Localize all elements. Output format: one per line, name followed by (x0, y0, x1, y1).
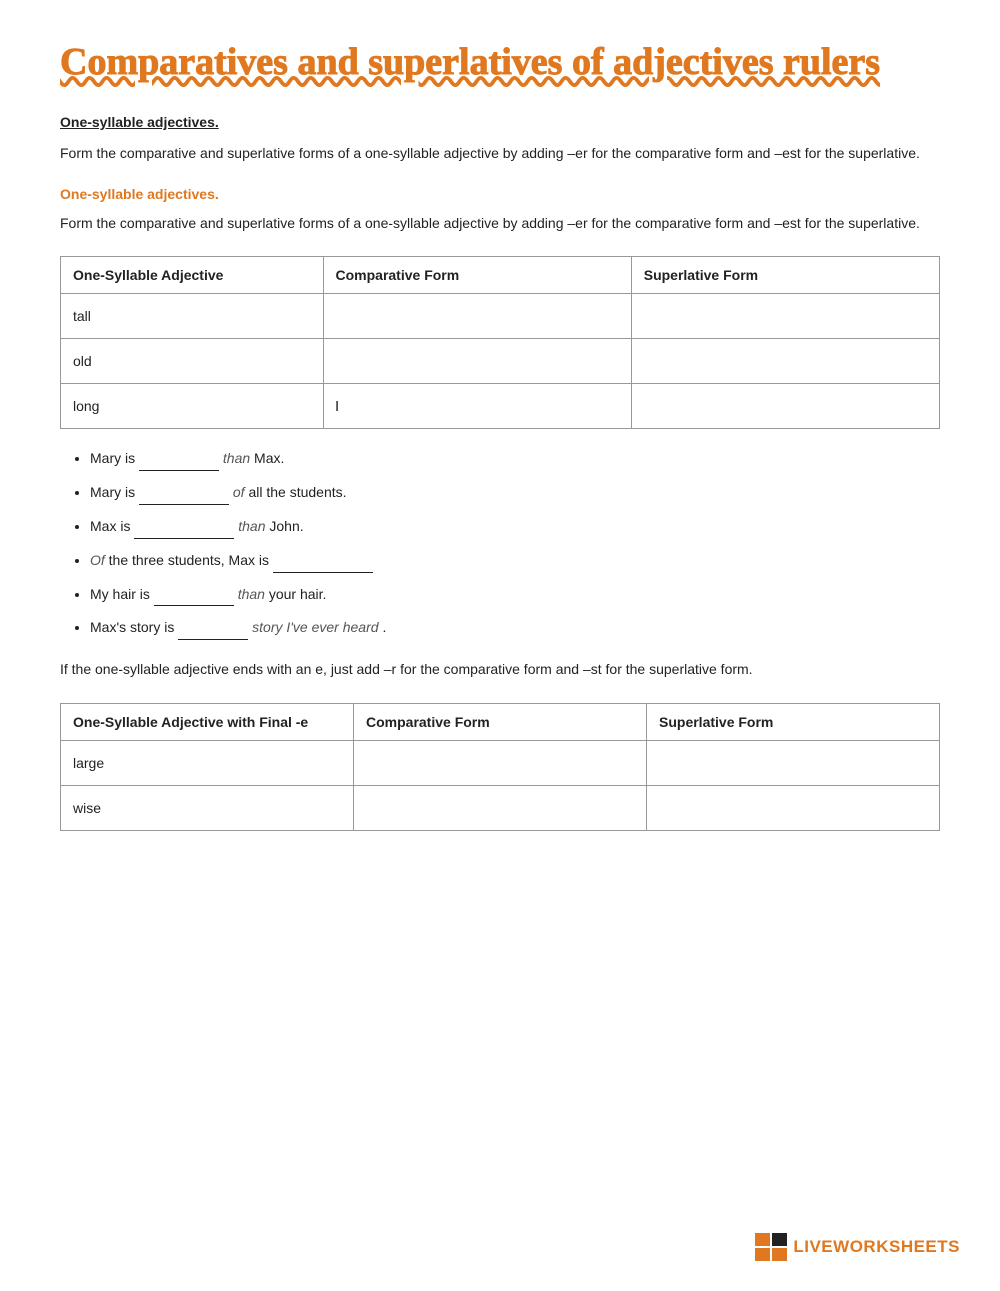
table2-row2-col2-input[interactable] (366, 800, 634, 816)
table1: One-Syllable Adjective Comparative Form … (60, 256, 940, 429)
table1-row1-col2[interactable] (323, 294, 631, 339)
table1-row1-col1: tall (61, 294, 324, 339)
liveworksheets-logo: LIVELIVEWORKSHEETSWORKSHEETS (755, 1233, 960, 1261)
table1-row2-col2-input[interactable] (336, 353, 619, 369)
table2-row2-col1: wise (61, 785, 354, 830)
bullet1-blank[interactable] (139, 455, 219, 471)
table2-header-col1: One-Syllable Adjective with Final -e (61, 703, 354, 740)
logo-icon-q3 (755, 1248, 770, 1261)
table2-row2-col2[interactable] (354, 785, 647, 830)
list-item: Mary is than Max. (90, 447, 940, 471)
logo-icon (755, 1233, 787, 1261)
bullet-list: Mary is than Max. Mary is of all the stu… (60, 447, 940, 640)
table2-row1-col1: large (61, 740, 354, 785)
section1-body: Form the comparative and superlative for… (60, 142, 940, 164)
logo-worksheets-text: WORKSHEETS (833, 1237, 960, 1256)
logo-icon-q2 (772, 1233, 787, 1246)
bullet5-prefix: My hair is (90, 586, 154, 602)
table-row: large (61, 740, 940, 785)
list-item: Of the three students, Max is (90, 549, 940, 573)
bullet6-hint: story I've ever heard (252, 619, 378, 635)
table2-row2-col3-input[interactable] (659, 800, 927, 816)
bullet2-prefix: Mary is (90, 484, 139, 500)
bullet2-suffix: all the students. (248, 484, 346, 500)
bullet2-blank[interactable] (139, 489, 229, 505)
table-row: tall (61, 294, 940, 339)
table1-row1-col3[interactable] (631, 294, 939, 339)
table1-row3-col3-input[interactable] (644, 398, 927, 414)
bullet5-blank[interactable] (154, 590, 234, 606)
table2-row2-col3[interactable] (647, 785, 940, 830)
table-row: long (61, 384, 940, 429)
bullet4-of: Of (90, 552, 105, 568)
table2-row1-col3-input[interactable] (659, 755, 927, 771)
section2-heading: One-syllable adjectives. (60, 186, 940, 202)
table1-row2-col3-input[interactable] (644, 353, 927, 369)
table2-header-col3: Superlative Form (647, 703, 940, 740)
bullet5-hint: than (238, 586, 269, 602)
logo-icon-q1 (755, 1233, 770, 1246)
bullet1-hint: than (223, 450, 254, 466)
table1-header-col3: Superlative Form (631, 257, 939, 294)
table1-row2-col1: old (61, 339, 324, 384)
table1-row1-col2-input[interactable] (336, 308, 619, 324)
table1-row2-col2[interactable] (323, 339, 631, 384)
table-row: old (61, 339, 940, 384)
table1-row3-col2-input[interactable] (336, 398, 619, 414)
table2: One-Syllable Adjective with Final -e Com… (60, 703, 940, 831)
section2-block: One-syllable adjectives. Form the compar… (60, 186, 940, 234)
table1-header-col2: Comparative Form (323, 257, 631, 294)
section1-heading: One-syllable adjectives. (60, 114, 940, 130)
logo-text: LIVELIVEWORKSHEETSWORKSHEETS (793, 1237, 960, 1257)
table2-row1-col2[interactable] (354, 740, 647, 785)
section3-block: If the one-syllable adjective ends with … (60, 658, 940, 680)
list-item: Mary is of all the students. (90, 481, 940, 505)
page-title: Comparatives and superlatives of adjecti… (60, 40, 940, 86)
list-item: Max's story is story I've ever heard . (90, 616, 940, 640)
logo-live: LIVE (793, 1237, 833, 1256)
bullet6-suffix: . (382, 619, 386, 635)
bullet4-prefix: the three students, Max is (109, 552, 273, 568)
bullet2-hint: of (233, 484, 249, 500)
table1-row2-col3[interactable] (631, 339, 939, 384)
bullet1-prefix: Mary is (90, 450, 139, 466)
table2-row1-col2-input[interactable] (366, 755, 634, 771)
bullet5-suffix: your hair. (269, 586, 327, 602)
bullet3-hint: than (238, 518, 269, 534)
table1-row3-col3[interactable] (631, 384, 939, 429)
section2-body: Form the comparative and superlative for… (60, 212, 940, 234)
bullet6-blank[interactable] (178, 624, 248, 640)
section1-block: One-syllable adjectives. Form the compar… (60, 114, 940, 164)
table1-header-col1: One-Syllable Adjective (61, 257, 324, 294)
list-item: My hair is than your hair. (90, 583, 940, 607)
logo-icon-q4 (772, 1248, 787, 1261)
table1-row1-col3-input[interactable] (644, 308, 927, 324)
table1-row3-col1: long (61, 384, 324, 429)
bullet6-prefix: Max's story is (90, 619, 178, 635)
bullet3-suffix: John. (269, 518, 303, 534)
bullet1-suffix: Max. (254, 450, 284, 466)
bullet3-prefix: Max is (90, 518, 134, 534)
table-row: wise (61, 785, 940, 830)
table2-header-col2: Comparative Form (354, 703, 647, 740)
table1-row3-col2[interactable] (323, 384, 631, 429)
table2-row1-col3[interactable] (647, 740, 940, 785)
section3-body: If the one-syllable adjective ends with … (60, 658, 940, 680)
bullet3-blank[interactable] (134, 523, 234, 539)
bullet4-blank[interactable] (273, 557, 373, 573)
list-item: Max is than John. (90, 515, 940, 539)
